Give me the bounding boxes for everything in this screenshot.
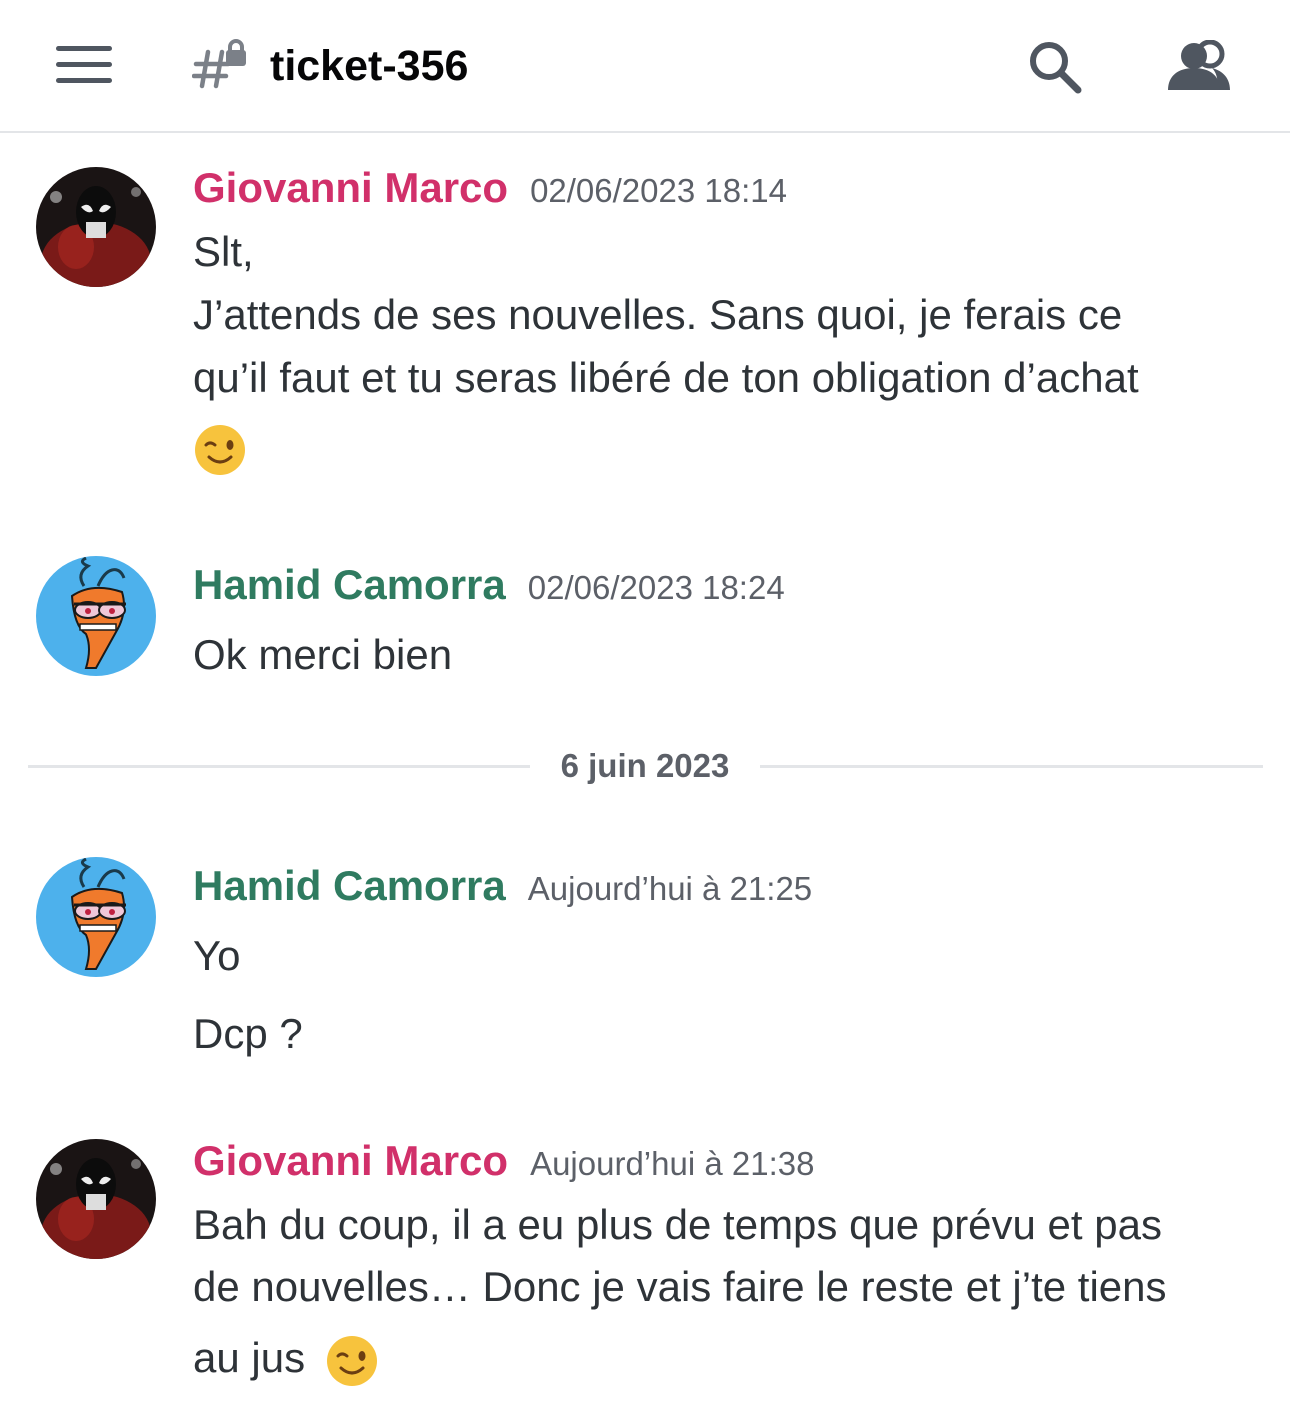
message-header: Giovanni Marco 02/06/2023 18:14	[193, 163, 787, 213]
message-text: Slt,	[193, 228, 254, 275]
author-name[interactable]: Hamid Camorra	[193, 862, 506, 909]
winking-face-emoji	[326, 1335, 377, 1386]
date-divider-label: 6 juin 2023	[560, 747, 730, 784]
avatar-giovanni[interactable]	[36, 167, 156, 287]
search-icon[interactable]	[1026, 38, 1084, 96]
author-name[interactable]: Giovanni Marco	[193, 1137, 508, 1184]
message-text: Dcp ?	[193, 1010, 303, 1057]
timestamp: Aujourd’hui à 21:38	[530, 1145, 815, 1182]
avatar-giovanni[interactable]	[36, 1139, 156, 1259]
members-icon[interactable]	[1166, 40, 1234, 92]
timestamp: 02/06/2023 18:14	[530, 172, 787, 209]
message-header: Hamid Camorra Aujourd’hui à 21:25	[193, 861, 812, 911]
author-name[interactable]: Giovanni Marco	[193, 164, 508, 211]
message-header: Giovanni Marco Aujourd’hui à 21:38	[193, 1136, 814, 1186]
message-text: qu’il faut et tu seras libéré de ton obl…	[193, 354, 1139, 401]
message-text: J’attends de ses nouvelles. Sans quoi, j…	[193, 291, 1123, 338]
author-name[interactable]: Hamid Camorra	[193, 561, 506, 608]
timestamp: 02/06/2023 18:24	[527, 569, 785, 606]
message-text: de nouvelles… Donc je vais faire le rest…	[193, 1263, 1167, 1310]
private-channel-hash-lock-icon	[192, 39, 246, 89]
avatar-hamid[interactable]	[36, 857, 156, 977]
date-divider-line	[28, 765, 530, 768]
avatar-hamid[interactable]	[36, 556, 156, 676]
message-text: Ok merci bien	[193, 631, 453, 678]
date-divider-line	[760, 765, 1263, 768]
channel-title: ticket-356	[270, 42, 469, 90]
message-text: au jus	[193, 1333, 379, 1388]
winking-face-emoji	[195, 425, 245, 475]
message-text-fragment: au jus	[193, 1334, 306, 1381]
hamburger-menu-icon[interactable]	[56, 46, 112, 84]
timestamp: Aujourd’hui à 21:25	[527, 870, 813, 907]
message-text: Bah du coup, il a eu plus de temps que p…	[193, 1201, 1162, 1248]
channel-header: ticket-356	[0, 0, 1290, 133]
message-text: Yo	[193, 932, 241, 979]
message-header: Hamid Camorra 02/06/2023 18:24	[193, 560, 785, 610]
